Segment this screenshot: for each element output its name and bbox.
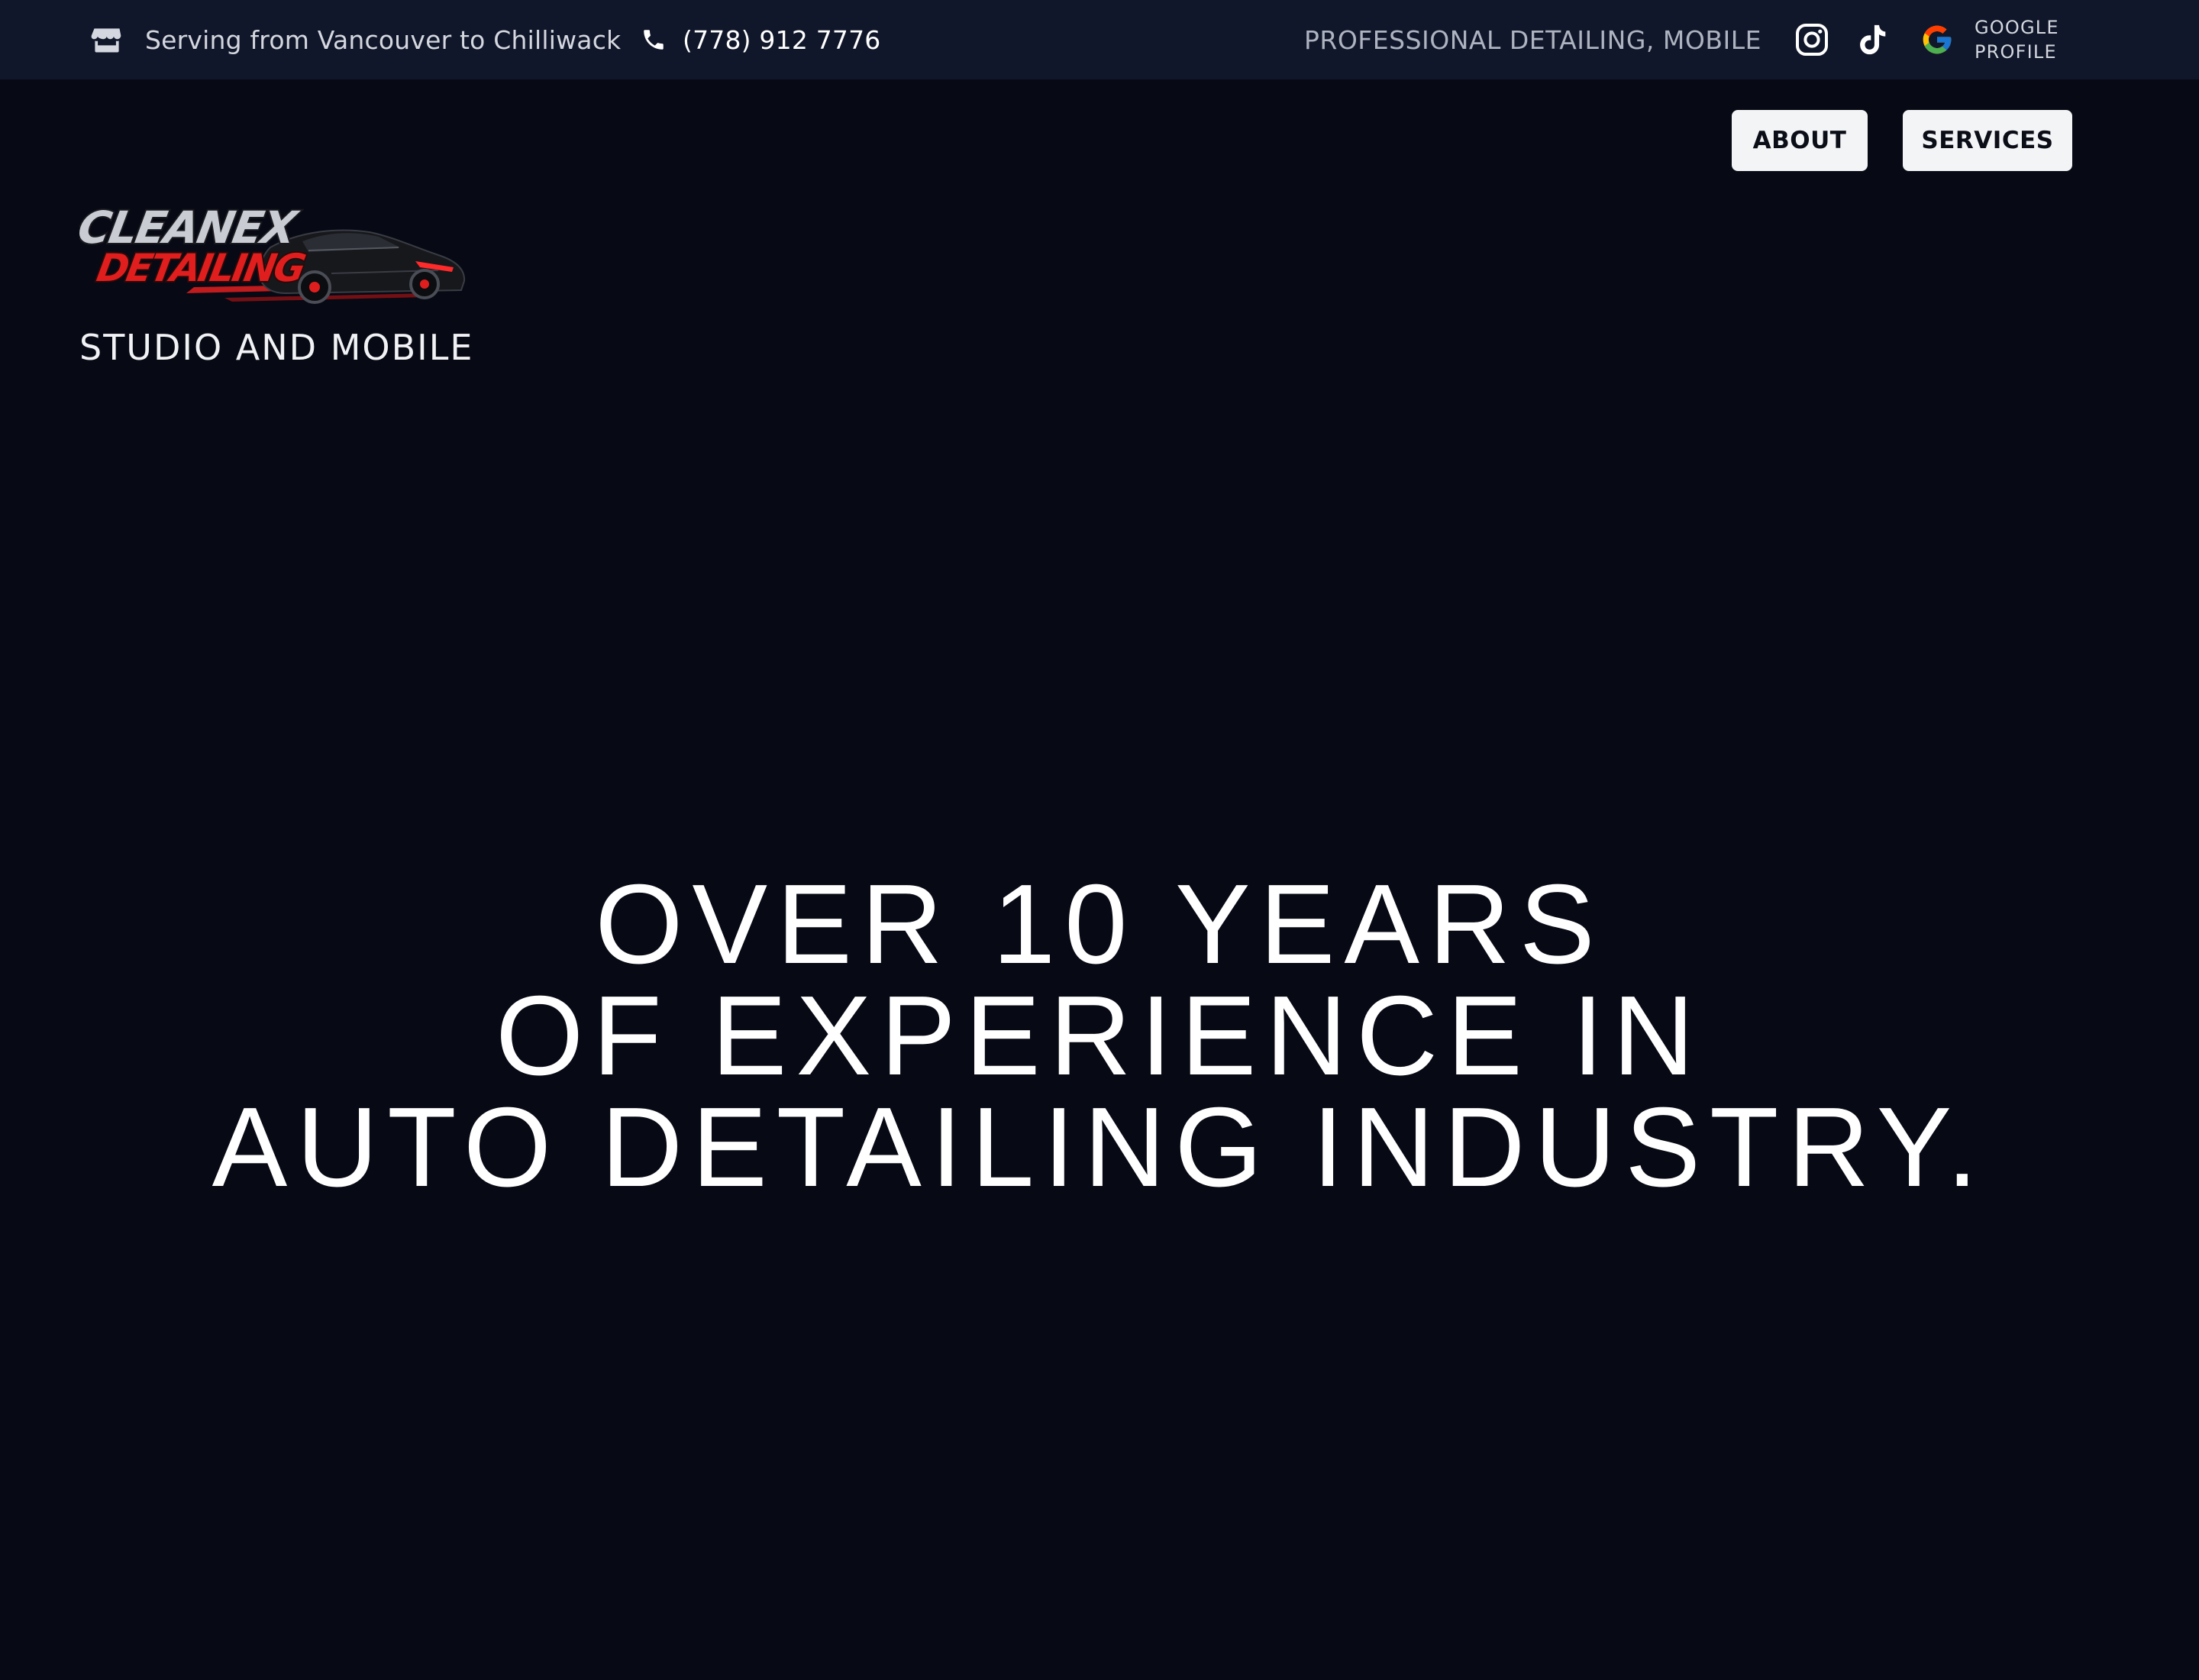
- store-icon: [89, 21, 125, 58]
- tiktok-link[interactable]: [1852, 0, 1894, 79]
- hero-line-2: OF EXPERIENCE IN: [496, 973, 1703, 1099]
- tiktok-icon: [1852, 19, 1894, 60]
- header-tagline-text: PROFESSIONAL DETAILING, MOBILE: [1304, 24, 1761, 55]
- phone-number: (778) 912 7776: [683, 24, 881, 55]
- instagram-icon: [1791, 19, 1832, 60]
- about-button[interactable]: ABOUT: [1732, 110, 1868, 171]
- instagram-link[interactable]: [1791, 0, 1832, 79]
- google-profile-label-line1: GOOGLE: [1975, 17, 2059, 38]
- header-tagline: PROFESSIONAL DETAILING, MOBILE: [1304, 0, 1761, 79]
- brand-logo[interactable]: CLEANEX DETAILING: [73, 197, 469, 310]
- services-button[interactable]: SERVICES: [1903, 110, 2072, 171]
- google-icon: [1916, 19, 1958, 60]
- svg-text:DETAILING: DETAILING: [94, 245, 308, 290]
- google-profile-label-line2: PROFILE: [1975, 41, 2057, 63]
- brand-subtitle: STUDIO AND MOBILE: [79, 327, 474, 368]
- google-profile-link[interactable]: GOOGLE PROFILE: [1916, 0, 2059, 79]
- hero-line-3: AUTO DETAILING INDUSTRY.: [212, 1084, 1987, 1210]
- phone-icon: [638, 24, 669, 55]
- top-bar: Serving from Vancouver to Chilliwack (77…: [0, 0, 2199, 79]
- phone-link[interactable]: (778) 912 7776: [638, 0, 881, 79]
- google-profile-label: GOOGLE PROFILE: [1975, 15, 2059, 64]
- logo-graphic: CLEANEX DETAILING: [73, 200, 466, 304]
- hero-line-1: OVER 10 YEARS: [595, 861, 1604, 987]
- service-area-text: Serving from Vancouver to Chilliwack: [145, 24, 622, 55]
- service-area: Serving from Vancouver to Chilliwack: [89, 0, 621, 79]
- hero-headline: OVER 10 YEARS OF EXPERIENCE IN AUTO DETA…: [0, 861, 2199, 1210]
